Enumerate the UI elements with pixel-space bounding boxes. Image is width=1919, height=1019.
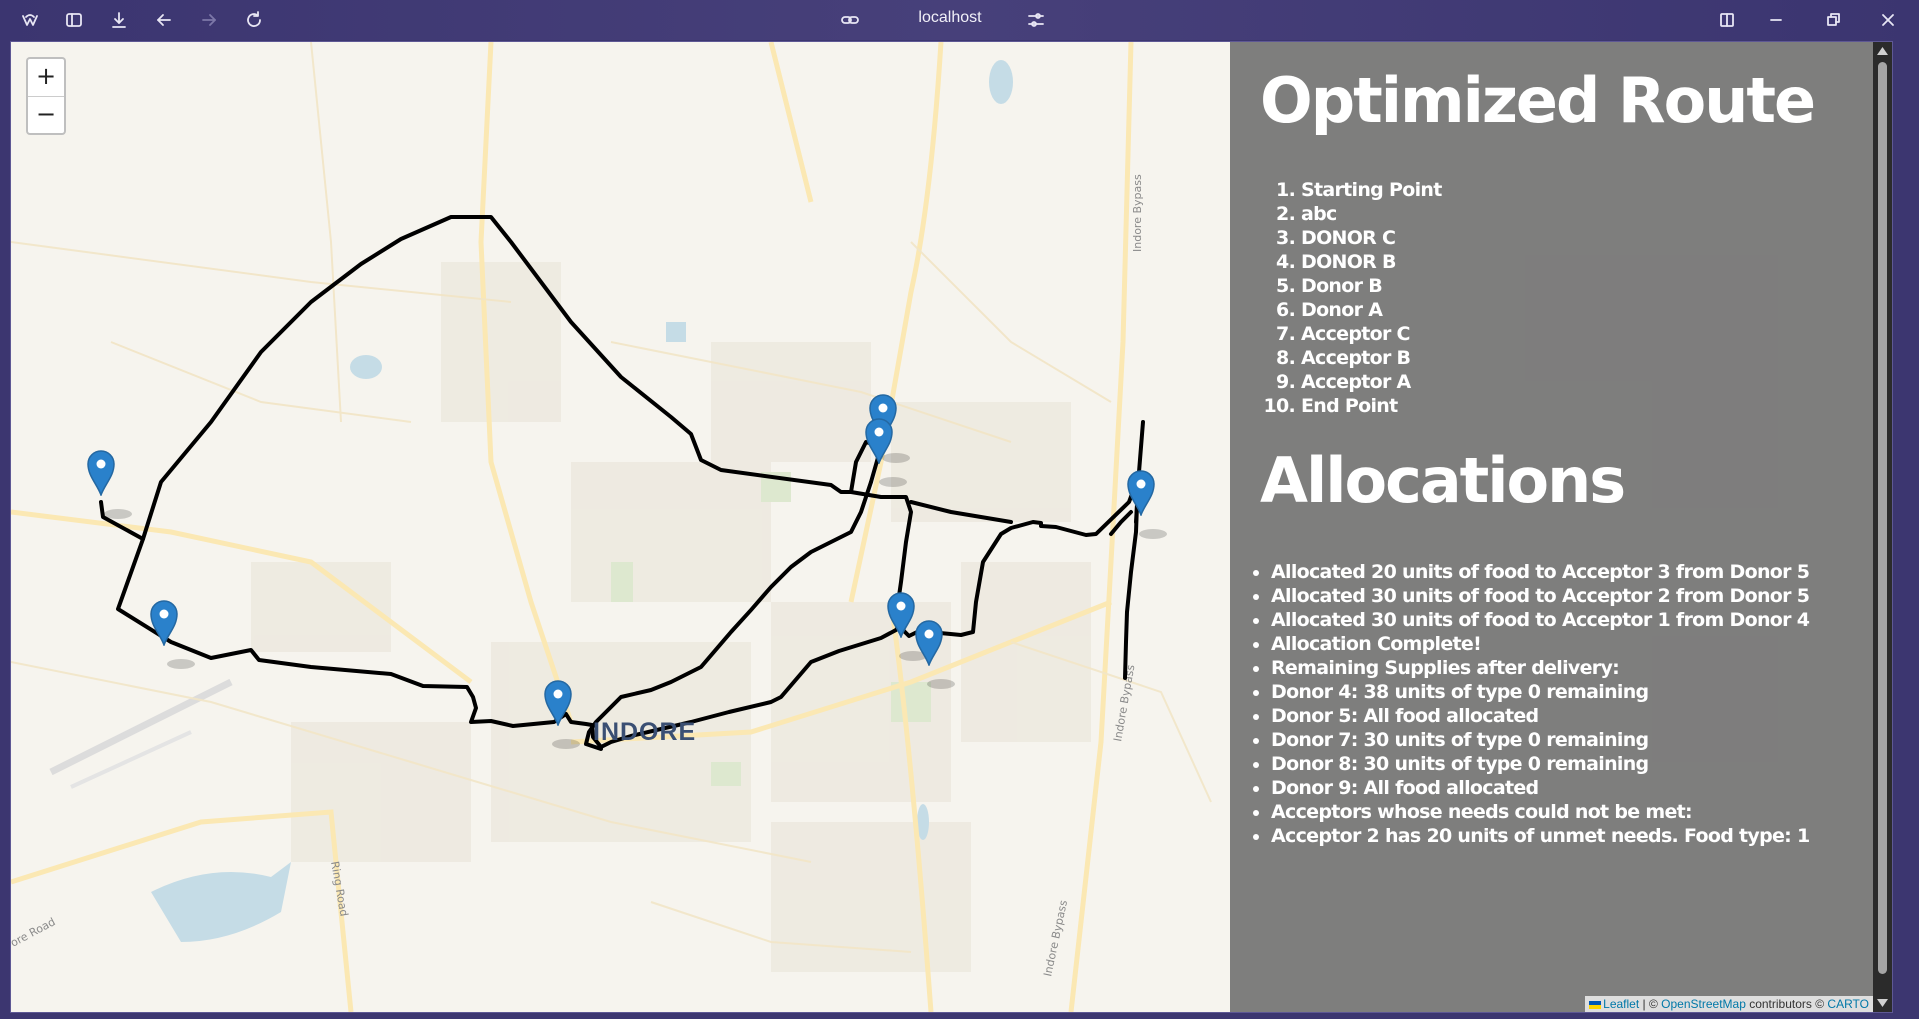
page-viewport: Indore Bypass Ring Road Indore Bypass In…: [10, 41, 1893, 1013]
scroll-down-icon[interactable]: [1876, 998, 1889, 1008]
sidebar-toggle-icon[interactable]: [58, 6, 90, 34]
reload-icon[interactable]: [238, 6, 270, 34]
scrollbar-thumb[interactable]: [1878, 62, 1887, 974]
allocation-item: Allocated 30 units of food to Acceptor 1…: [1271, 608, 1810, 632]
route-stop: Donor A: [1301, 298, 1442, 322]
map-marker-icon[interactable]: [914, 618, 944, 668]
allocation-item: Remaining Supplies after delivery:: [1271, 656, 1810, 680]
route-list: Starting Point abc DONOR C DONOR B Donor…: [1260, 178, 1442, 418]
zoom-control: + −: [26, 57, 66, 135]
route-stop: End Point: [1301, 394, 1442, 418]
route-stop: Donor B: [1301, 274, 1442, 298]
route-stop: Acceptor C: [1301, 322, 1442, 346]
allocation-item: Donor 5: All food allocated: [1271, 704, 1810, 728]
browser-toolbar: localhost: [0, 0, 1919, 40]
leaflet-link[interactable]: Leaflet: [1603, 997, 1639, 1011]
route-stop: DONOR B: [1301, 250, 1442, 274]
allocation-item: Donor 4: 38 units of type 0 remaining: [1271, 680, 1810, 704]
road-label-bypass-north: Indore Bypass: [1131, 174, 1144, 252]
scroll-up-icon[interactable]: [1876, 46, 1889, 56]
allocation-item: Acceptors whose needs could not be met:: [1271, 800, 1810, 824]
allocation-item: Donor 7: 30 units of type 0 remaining: [1271, 728, 1810, 752]
map-marker-icon[interactable]: [1126, 468, 1156, 518]
zoom-out-button[interactable]: −: [28, 97, 64, 134]
page-settings-icon[interactable]: [1020, 6, 1052, 34]
allocation-item: Acceptor 2 has 20 units of unmet needs. …: [1271, 824, 1810, 848]
address-bar[interactable]: localhost: [900, 9, 1000, 27]
allocation-item: Allocation Complete!: [1271, 632, 1810, 656]
map-marker-icon[interactable]: [149, 598, 179, 648]
map-marker-icon[interactable]: [886, 590, 916, 640]
route-stop: Starting Point: [1301, 178, 1442, 202]
openstreetmap-link[interactable]: OpenStreetMap: [1661, 997, 1746, 1011]
route-stop: DONOR C: [1301, 226, 1442, 250]
attribution-separator: | ©: [1639, 997, 1662, 1011]
split-view-icon[interactable]: [1711, 6, 1743, 34]
allocation-item: Allocated 30 units of food to Acceptor 2…: [1271, 584, 1810, 608]
allocation-item: Allocated 20 units of food to Acceptor 3…: [1271, 560, 1810, 584]
map-marker-icon[interactable]: [543, 678, 573, 728]
city-label: INDORE: [593, 718, 697, 746]
route-stop: abc: [1301, 202, 1442, 226]
restore-icon[interactable]: [1817, 6, 1849, 34]
app-logo-icon[interactable]: [14, 6, 46, 34]
route-heading: Optimized Route: [1260, 64, 1816, 137]
attribution-contributors: contributors ©: [1745, 997, 1828, 1011]
route-stop: Acceptor A: [1301, 370, 1442, 394]
page-scrollbar[interactable]: [1873, 42, 1892, 1012]
map-attribution: Leaflet | © OpenStreetMap contributors ©…: [1585, 996, 1873, 1012]
map-marker-icon[interactable]: [864, 416, 894, 466]
ukraine-flag-icon: [1589, 1000, 1602, 1009]
close-icon[interactable]: [1872, 6, 1904, 34]
allocations-heading: Allocations: [1260, 444, 1626, 517]
allocation-item: Donor 8: 30 units of type 0 remaining: [1271, 752, 1810, 776]
back-icon[interactable]: [148, 6, 180, 34]
route-stop: Acceptor B: [1301, 346, 1442, 370]
carto-link[interactable]: CARTO: [1827, 997, 1869, 1011]
zoom-in-button[interactable]: +: [28, 59, 64, 97]
forward-icon[interactable]: [193, 6, 225, 34]
info-panel: Optimized Route Starting Point abc DONOR…: [1230, 42, 1873, 1012]
allocations-list: Allocated 20 units of food to Acceptor 3…: [1246, 560, 1810, 848]
minimize-icon[interactable]: [1760, 6, 1792, 34]
map-marker-icon[interactable]: [86, 448, 116, 498]
allocation-item: Donor 9: All food allocated: [1271, 776, 1810, 800]
download-icon[interactable]: [103, 6, 135, 34]
link-icon[interactable]: [834, 6, 866, 34]
